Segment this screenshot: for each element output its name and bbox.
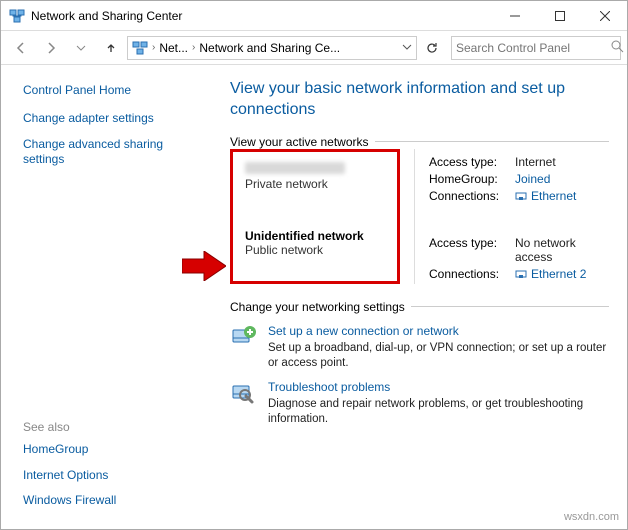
- sidebar: Control Panel Home Change adapter settin…: [1, 65, 206, 529]
- page-heading: View your basic network information and …: [230, 79, 609, 121]
- network-type: Public network: [245, 243, 385, 257]
- titlebar: Network and Sharing Center: [1, 1, 627, 31]
- see-also-windows-firewall[interactable]: Windows Firewall: [23, 493, 192, 509]
- homegroup-label: HomeGroup:: [429, 172, 515, 186]
- window: Network and Sharing Center › Net... › Ne…: [0, 0, 628, 530]
- troubleshoot-desc: Diagnose and repair network problems, or…: [268, 397, 609, 427]
- troubleshoot-icon: [230, 380, 258, 408]
- search-input[interactable]: [456, 41, 611, 55]
- network-center-icon: [132, 40, 148, 56]
- access-type-label: Access type:: [429, 236, 515, 264]
- setup-connection-item[interactable]: Set up a new connection or network Set u…: [230, 324, 609, 371]
- access-type-value: No network access: [515, 236, 605, 264]
- breadcrumb-item[interactable]: Network and Sharing Ce...: [199, 41, 340, 55]
- homegroup-link[interactable]: Joined: [515, 172, 550, 186]
- ethernet-icon: [515, 190, 527, 202]
- connection-link[interactable]: Ethernet: [515, 189, 576, 203]
- recent-button[interactable]: [67, 35, 95, 61]
- content: View your basic network information and …: [206, 65, 627, 529]
- chevron-right-icon: ›: [190, 42, 197, 53]
- minimize-button[interactable]: [492, 1, 537, 30]
- refresh-button[interactable]: [419, 36, 445, 60]
- breadcrumb-item[interactable]: Net...: [159, 41, 188, 55]
- network-name-redacted: [245, 162, 345, 174]
- ethernet-icon: [515, 268, 527, 280]
- close-button[interactable]: [582, 1, 627, 30]
- breadcrumb[interactable]: › Net... › Network and Sharing Ce...: [127, 36, 417, 60]
- up-button[interactable]: [97, 35, 125, 61]
- control-panel-home-link[interactable]: Control Panel Home: [23, 83, 192, 97]
- navbar: › Net... › Network and Sharing Ce...: [1, 31, 627, 65]
- sidebar-link-adapter[interactable]: Change adapter settings: [23, 111, 192, 127]
- network-name: Unidentified network: [245, 229, 385, 243]
- search-icon: [611, 40, 624, 56]
- change-settings-label: Change your networking settings: [230, 300, 405, 314]
- sidebar-link-advanced-sharing[interactable]: Change advanced sharing settings: [23, 137, 192, 168]
- chevron-right-icon: ›: [150, 42, 157, 53]
- active-networks-label: View your active networks: [230, 135, 369, 149]
- access-type-value: Internet: [515, 155, 556, 169]
- forward-button[interactable]: [37, 35, 65, 61]
- access-type-label: Access type:: [429, 155, 515, 169]
- active-networks-box: Private network Unidentified network Pub…: [230, 149, 400, 284]
- setup-connection-desc: Set up a broadband, dial-up, or VPN conn…: [268, 341, 609, 371]
- troubleshoot-title: Troubleshoot problems: [268, 380, 609, 394]
- network-type: Private network: [245, 177, 385, 191]
- see-also-internet-options[interactable]: Internet Options: [23, 468, 192, 484]
- window-title: Network and Sharing Center: [31, 9, 182, 23]
- red-arrow-icon: [182, 251, 226, 281]
- see-also-homegroup[interactable]: HomeGroup: [23, 442, 192, 458]
- setup-connection-title: Set up a new connection or network: [268, 324, 609, 338]
- troubleshoot-item[interactable]: Troubleshoot problems Diagnose and repai…: [230, 380, 609, 427]
- see-also-label: See also: [23, 420, 192, 434]
- watermark: wsxdn.com: [564, 511, 619, 523]
- body: Control Panel Home Change adapter settin…: [1, 65, 627, 529]
- new-connection-icon: [230, 324, 258, 352]
- divider: [411, 306, 609, 307]
- breadcrumb-dropdown-icon[interactable]: [402, 41, 412, 55]
- connections-label: Connections:: [429, 267, 515, 281]
- back-button[interactable]: [7, 35, 35, 61]
- maximize-button[interactable]: [537, 1, 582, 30]
- connection-link[interactable]: Ethernet 2: [515, 267, 586, 281]
- network-details: Access type:Internet HomeGroup:Joined Co…: [414, 149, 609, 284]
- network-center-icon: [9, 8, 25, 24]
- connections-label: Connections:: [429, 189, 515, 203]
- divider: [375, 141, 609, 142]
- search-box[interactable]: [451, 36, 621, 60]
